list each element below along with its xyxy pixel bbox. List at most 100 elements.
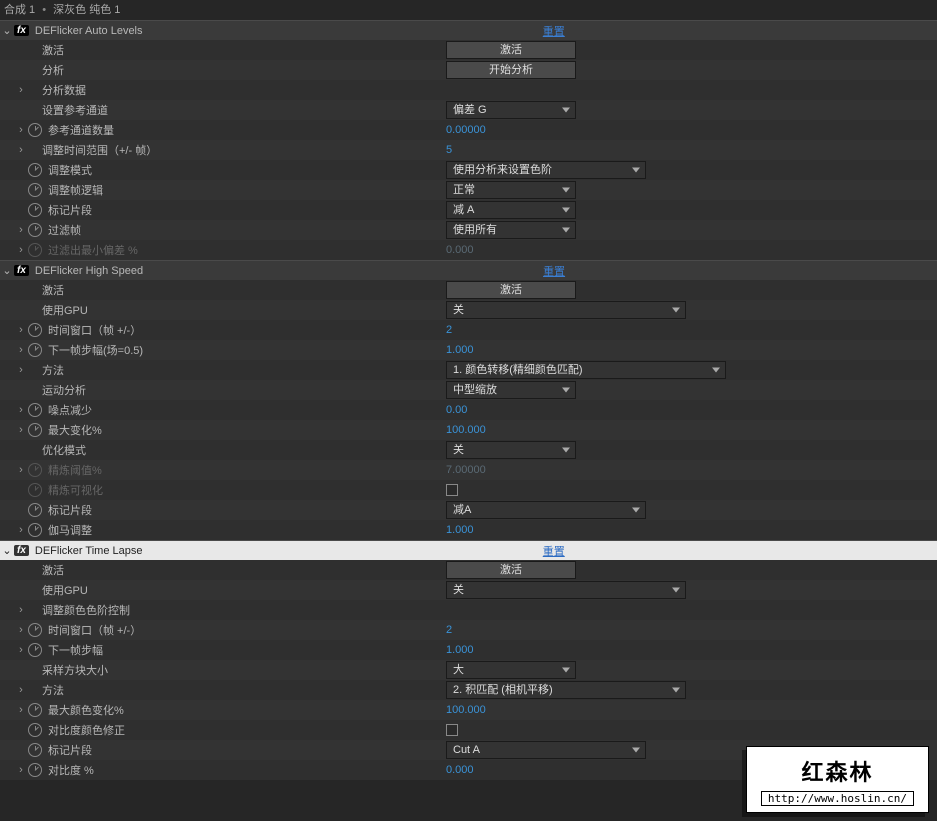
- expand-arrow-icon[interactable]: ›: [14, 244, 28, 256]
- prop-label: 最大颜色变化%: [48, 702, 124, 718]
- prop-label: 激活: [42, 282, 64, 298]
- expand-arrow-icon[interactable]: ›: [14, 404, 28, 416]
- activate-button[interactable]: 激活: [446, 41, 576, 59]
- contrast-fix-checkbox[interactable]: [446, 724, 458, 736]
- chevron-down-icon: [562, 668, 570, 673]
- expand-arrow-icon[interactable]: ›: [14, 684, 28, 696]
- expand-arrow-icon[interactable]: ›: [14, 524, 28, 536]
- stopwatch-icon[interactable]: [28, 463, 42, 477]
- expand-arrow-icon[interactable]: ›: [14, 124, 28, 136]
- toggle-arrow-icon[interactable]: ⌄: [0, 544, 14, 557]
- expand-arrow-icon[interactable]: ›: [14, 324, 28, 336]
- mode-select[interactable]: 使用分析来设置色阶: [446, 161, 646, 179]
- stopwatch-icon[interactable]: [28, 123, 42, 137]
- toggle-arrow-icon[interactable]: ⌄: [0, 24, 14, 37]
- numeric-value[interactable]: 1.000: [446, 344, 474, 356]
- reset-link[interactable]: 重置: [543, 546, 565, 558]
- effect-title: DEFlicker High Speed: [35, 265, 143, 277]
- effect-header-autolevels[interactable]: ⌄ fx DEFlicker Auto Levels 重置: [0, 20, 937, 40]
- expand-arrow-icon[interactable]: ›: [14, 604, 28, 616]
- mark-select[interactable]: 减A: [446, 501, 646, 519]
- stopwatch-icon[interactable]: [28, 403, 42, 417]
- select-value: 正常: [453, 182, 475, 198]
- activate-button[interactable]: 激活: [446, 281, 576, 299]
- stopwatch-icon[interactable]: [28, 723, 42, 737]
- ref-channel-select[interactable]: 偏差 G: [446, 101, 576, 119]
- prop-label: 过滤出最小偏差 %: [48, 242, 138, 258]
- expand-arrow-icon[interactable]: ›: [14, 144, 28, 156]
- expand-arrow-icon[interactable]: ›: [14, 704, 28, 716]
- fx-badge-icon[interactable]: fx: [14, 25, 29, 36]
- prop-label: 分析: [42, 62, 64, 78]
- numeric-value[interactable]: 5: [446, 144, 452, 156]
- numeric-value[interactable]: 0.00: [446, 404, 467, 416]
- stopwatch-icon[interactable]: [28, 323, 42, 337]
- fx-badge-icon[interactable]: fx: [14, 545, 29, 556]
- chevron-down-icon: [562, 388, 570, 393]
- stopwatch-icon[interactable]: [28, 623, 42, 637]
- motion-select[interactable]: 中型缩放: [446, 381, 576, 399]
- refine-viz-checkbox[interactable]: [446, 484, 458, 496]
- activate-button[interactable]: 激活: [446, 561, 576, 579]
- expand-arrow-icon[interactable]: ›: [14, 624, 28, 636]
- numeric-value[interactable]: 0.00000: [446, 124, 486, 136]
- start-analysis-button[interactable]: 开始分析: [446, 61, 576, 79]
- opt-mode-select[interactable]: 关: [446, 441, 576, 459]
- expand-arrow-icon[interactable]: ›: [14, 344, 28, 356]
- numeric-value[interactable]: 7.00000: [446, 464, 486, 476]
- stopwatch-icon[interactable]: [28, 483, 42, 497]
- stopwatch-icon[interactable]: [28, 343, 42, 357]
- expand-arrow-icon[interactable]: ›: [14, 644, 28, 656]
- numeric-value[interactable]: 1.000: [446, 524, 474, 536]
- filter-frame-select[interactable]: 使用所有: [446, 221, 576, 239]
- sample-size-select[interactable]: 大: [446, 661, 576, 679]
- prop-label: 过滤帧: [48, 222, 81, 238]
- expand-arrow-icon[interactable]: ›: [14, 364, 28, 376]
- numeric-value[interactable]: 0.000: [446, 244, 474, 256]
- stopwatch-icon[interactable]: [28, 763, 42, 777]
- stopwatch-icon[interactable]: [28, 503, 42, 517]
- reset-link[interactable]: 重置: [543, 266, 565, 278]
- method-select[interactable]: 2. 积匹配 (相机平移): [446, 681, 686, 699]
- effect-header-highspeed[interactable]: ⌄ fx DEFlicker High Speed 重置: [0, 260, 937, 280]
- stopwatch-icon[interactable]: [28, 183, 42, 197]
- chevron-down-icon: [632, 508, 640, 513]
- mark-select[interactable]: 减 A: [446, 201, 576, 219]
- numeric-value[interactable]: 2: [446, 324, 452, 336]
- numeric-value[interactable]: 2: [446, 624, 452, 636]
- frame-logic-select[interactable]: 正常: [446, 181, 576, 199]
- reset-link[interactable]: 重置: [543, 26, 565, 38]
- numeric-value[interactable]: 0.000: [446, 764, 474, 776]
- breadcrumb-sep: •: [42, 4, 46, 16]
- fx-badge-icon[interactable]: fx: [14, 265, 29, 276]
- select-value: 1. 颜色转移(精细颜色匹配): [453, 362, 583, 378]
- expand-arrow-icon[interactable]: ›: [14, 764, 28, 776]
- breadcrumb-comp[interactable]: 合成 1: [4, 4, 35, 16]
- stopwatch-icon[interactable]: [28, 243, 42, 257]
- stopwatch-icon[interactable]: [28, 203, 42, 217]
- numeric-value[interactable]: 1.000: [446, 644, 474, 656]
- chevron-down-icon: [562, 188, 570, 193]
- expand-arrow-icon[interactable]: ›: [14, 224, 28, 236]
- stopwatch-icon[interactable]: [28, 523, 42, 537]
- prop-label: 参考通道数量: [48, 122, 114, 138]
- stopwatch-icon[interactable]: [28, 703, 42, 717]
- mark-select[interactable]: Cut A: [446, 741, 646, 759]
- stopwatch-icon[interactable]: [28, 643, 42, 657]
- gpu-select[interactable]: 关: [446, 581, 686, 599]
- numeric-value[interactable]: 100.000: [446, 704, 486, 716]
- expand-arrow-icon[interactable]: ›: [14, 84, 28, 96]
- expand-arrow-icon[interactable]: ›: [14, 424, 28, 436]
- stopwatch-icon[interactable]: [28, 163, 42, 177]
- gpu-select[interactable]: 关: [446, 301, 686, 319]
- toggle-arrow-icon[interactable]: ⌄: [0, 264, 14, 277]
- expand-arrow-icon[interactable]: ›: [14, 464, 28, 476]
- numeric-value[interactable]: 100.000: [446, 424, 486, 436]
- stopwatch-icon[interactable]: [28, 743, 42, 757]
- effect-header-timelapse[interactable]: ⌄ fx DEFlicker Time Lapse 重置: [0, 540, 937, 560]
- select-value: Cut A: [453, 742, 480, 758]
- stopwatch-icon[interactable]: [28, 423, 42, 437]
- breadcrumb-layer[interactable]: 深灰色 纯色 1: [53, 4, 120, 16]
- stopwatch-icon[interactable]: [28, 223, 42, 237]
- method-select[interactable]: 1. 颜色转移(精细颜色匹配): [446, 361, 726, 379]
